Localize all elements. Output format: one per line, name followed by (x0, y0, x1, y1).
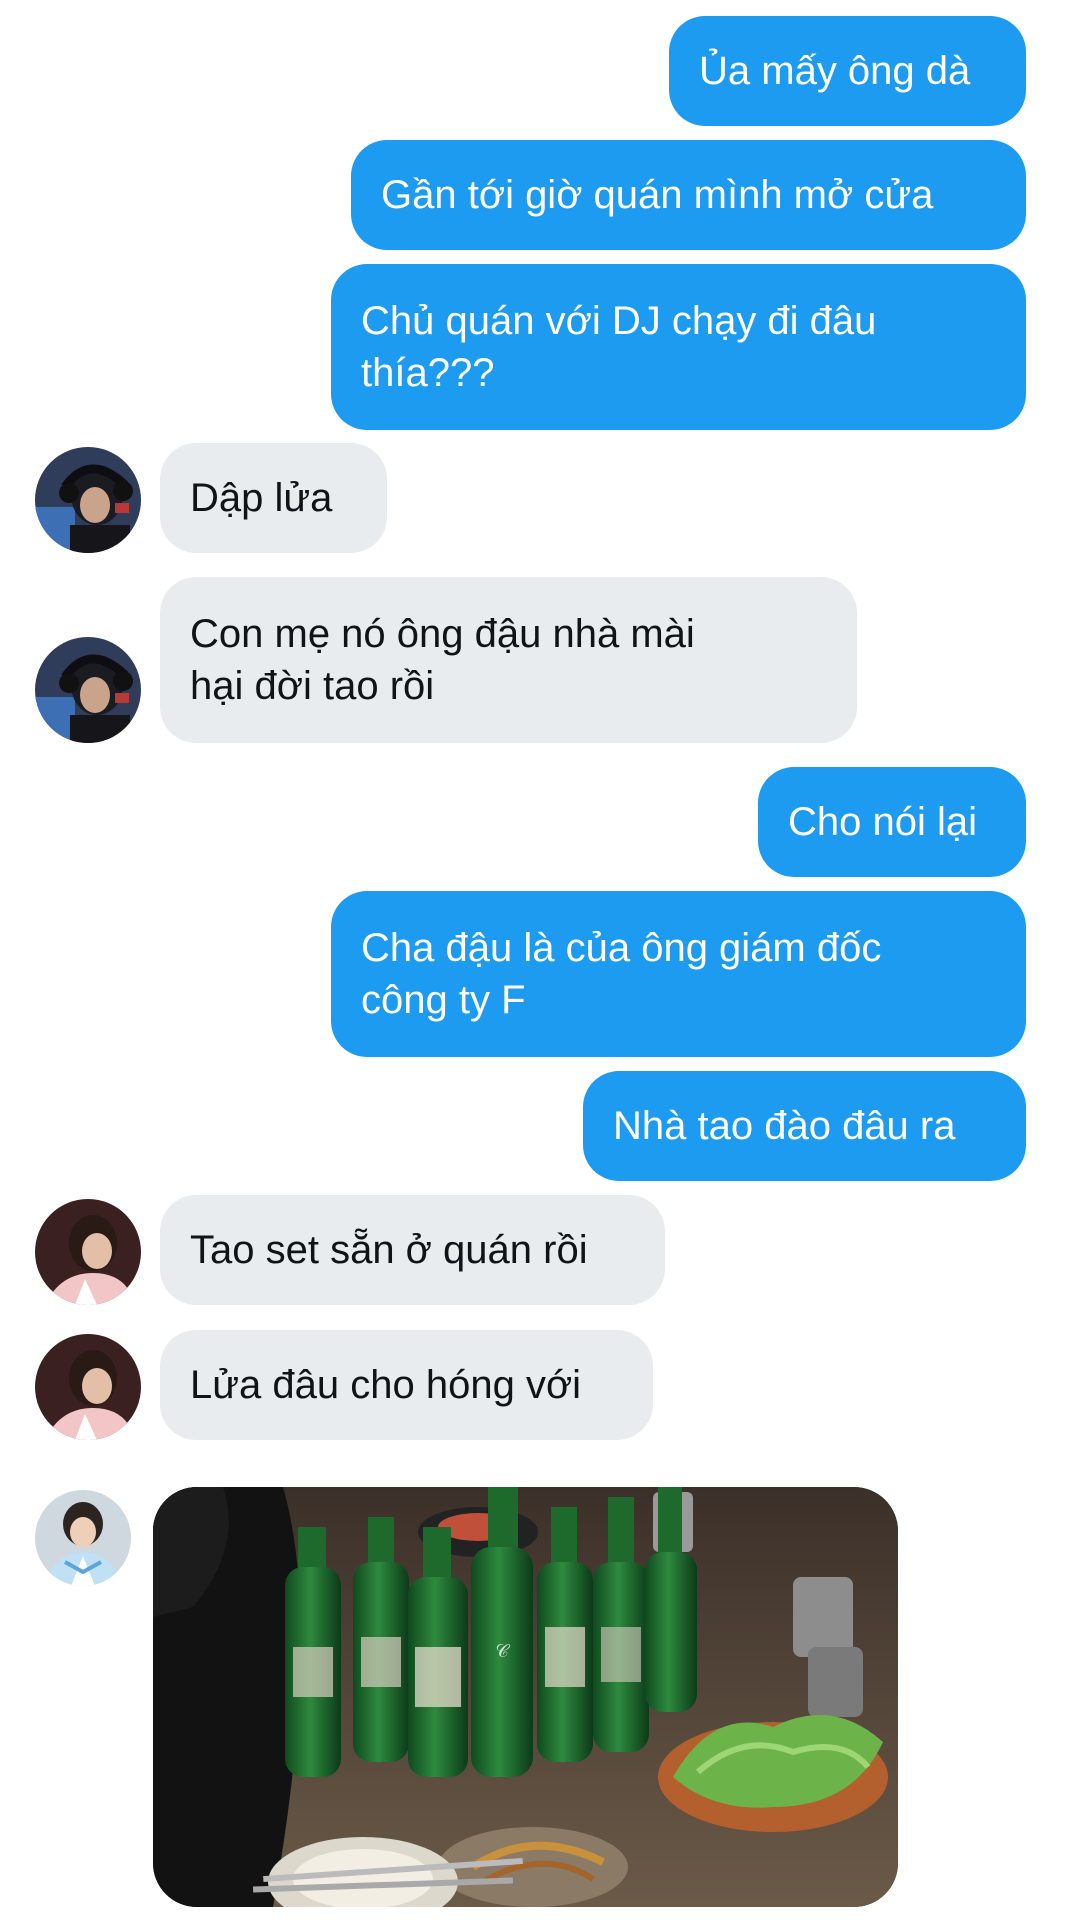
message-text: Chủ quán với DJ chạy đi đâu thía??? (361, 299, 877, 395)
message-text: Nhà tao đào đâu ra (613, 1104, 956, 1148)
message-text: Cha đậu là của ông giám đốc công ty F (361, 926, 882, 1022)
bottle-logo-text: 𝒞 (495, 1641, 510, 1662)
message-bubble-received[interactable]: Tao set sẵn ở quán rồi (160, 1195, 665, 1305)
message-bubble-sent[interactable]: Gần tới giờ quán mình mở cửa (351, 140, 1026, 250)
avatar-hanbok-icon (35, 1490, 131, 1586)
avatar-pink-jacket-icon (35, 1334, 141, 1440)
avatar-pink-jacket-icon (35, 1199, 141, 1305)
message-bubble-sent[interactable]: Cha đậu là của ông giám đốc công ty F (331, 891, 1026, 1057)
avatar-headset[interactable] (35, 447, 141, 553)
message-bubble-sent[interactable]: Ủa mấy ông dà (669, 16, 1026, 126)
message-bubble-received[interactable]: Dập lửa (160, 443, 387, 553)
message-text: Dập lửa (190, 476, 333, 520)
avatar-pink-jacket[interactable] (35, 1199, 141, 1305)
message-bubble-sent[interactable]: Chủ quán với DJ chạy đi đâu thía??? (331, 264, 1026, 430)
message-text: Cho nói lại (788, 800, 978, 844)
avatar-hanbok[interactable] (35, 1490, 131, 1586)
avatar-headset[interactable] (35, 637, 141, 743)
avatar-pink-jacket[interactable] (35, 1334, 141, 1440)
message-text: Tao set sẵn ở quán rồi (190, 1228, 588, 1272)
message-bubble-received[interactable]: Con mẹ nó ông đậu nhà mài hại đời tao rồ… (160, 577, 857, 743)
message-photo[interactable]: 𝒞 (153, 1487, 898, 1907)
message-text: Lửa đâu cho hóng với (190, 1363, 582, 1407)
avatar-headset-icon (35, 637, 141, 743)
message-text: Ủa mấy ông dà (699, 49, 971, 93)
message-text: Gần tới giờ quán mình mở cửa (381, 173, 934, 217)
message-bubble-sent[interactable]: Nhà tao đào đâu ra (583, 1071, 1026, 1181)
avatar-headset-icon (35, 447, 141, 553)
photo-soju-bottles-on-table-icon: 𝒞 (153, 1487, 898, 1907)
message-bubble-sent[interactable]: Cho nói lại (758, 767, 1026, 877)
message-text: Con mẹ nó ông đậu nhà mài hại đời tao rồ… (190, 612, 695, 708)
message-bubble-received[interactable]: Lửa đâu cho hóng với (160, 1330, 653, 1440)
